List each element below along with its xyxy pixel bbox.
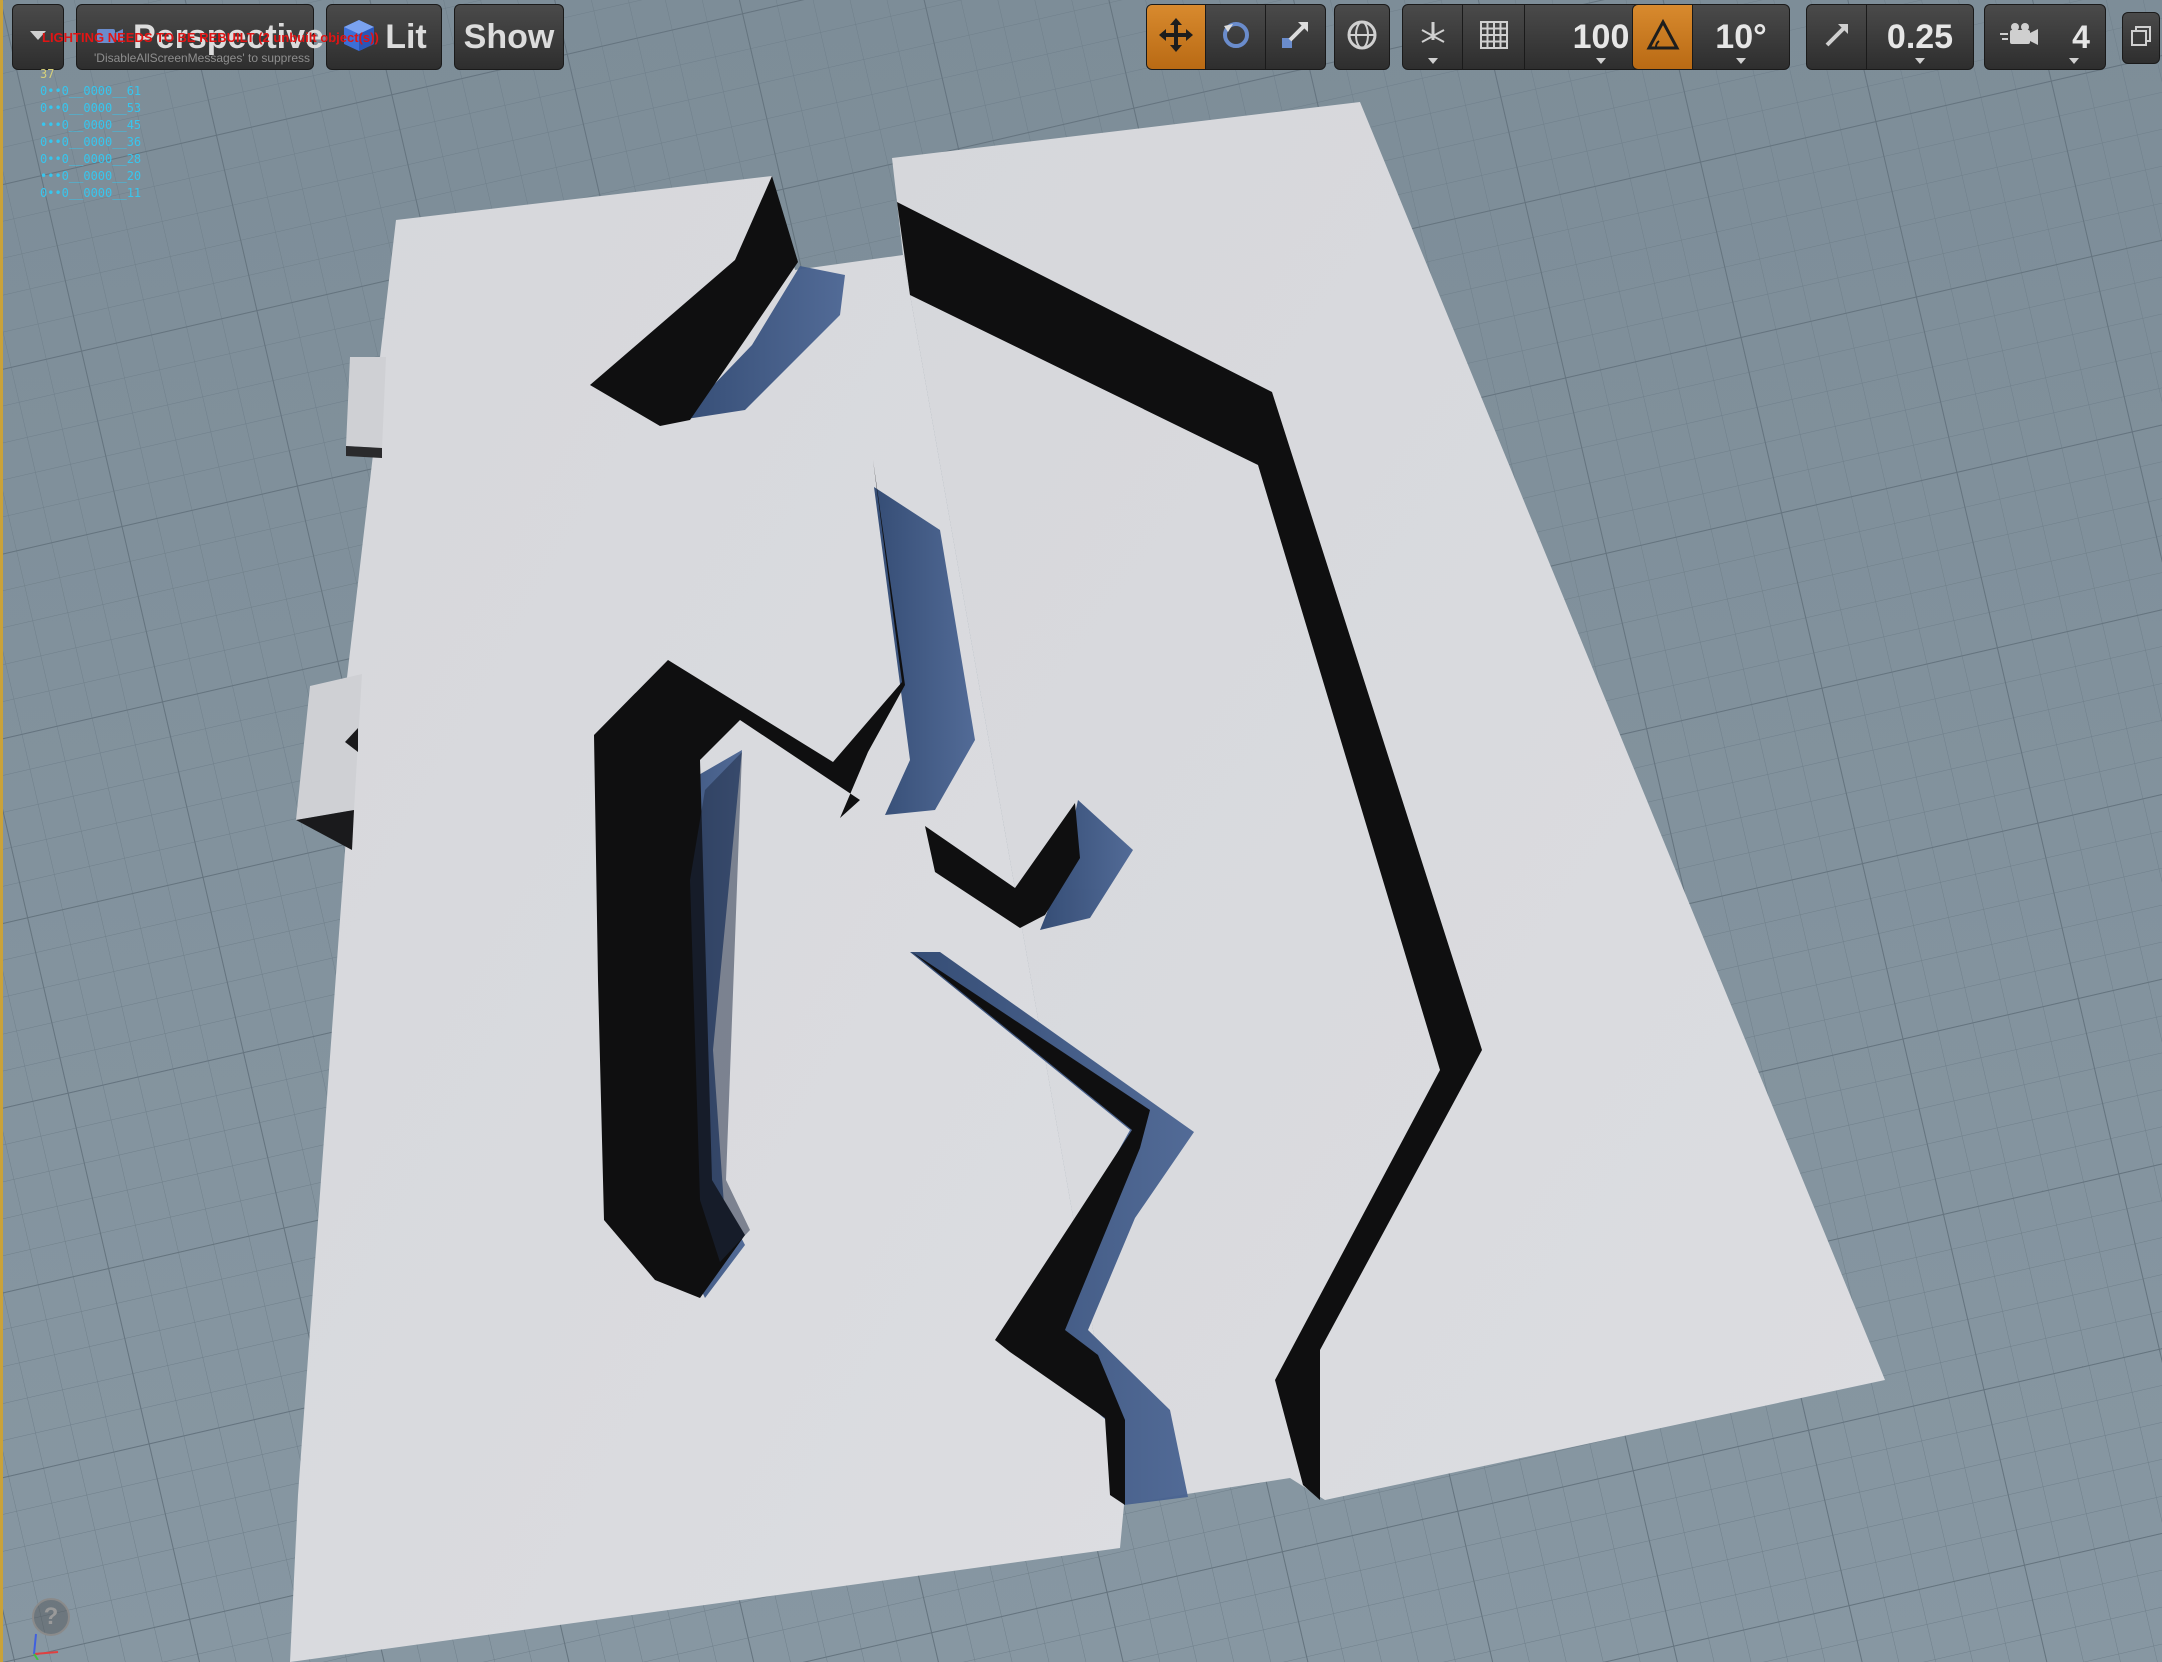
world-local-toggle[interactable] [1334, 4, 1390, 70]
scale-icon [1278, 18, 1312, 57]
rotate-tool-button[interactable] [1206, 5, 1266, 69]
stats-item: 0••0__0000__36 [40, 135, 142, 149]
move-icon [1158, 17, 1194, 58]
angle-icon [1645, 18, 1680, 57]
chevron-down-icon [1915, 58, 1925, 64]
stats-item: •••0__0000__45 [40, 118, 142, 132]
camera-speed-icon [2000, 20, 2042, 55]
stats-overlay: 37 0••0__0000__61 0••0__0000__53 •••0__0… [40, 66, 141, 202]
grid-snap-toggle[interactable] [1463, 5, 1525, 69]
stats-item: •••0__0000__20 [40, 169, 142, 183]
scene-3d-view[interactable] [0, 0, 2162, 1662]
chevron-down-icon [1427, 58, 1438, 64]
scale-snap-value: 0.25 [1886, 17, 1954, 56]
surface-snap-icon [1416, 18, 1450, 57]
scale-tool-button[interactable] [1266, 5, 1325, 69]
rotation-snap-toggle[interactable] [1633, 5, 1693, 69]
camera-speed-button[interactable]: 4 [1984, 4, 2106, 70]
surface-snap-button[interactable] [1403, 5, 1463, 69]
viewport-selection-border [0, 0, 3, 1662]
show-label: Show [463, 17, 555, 56]
scale-snap-value-dropdown[interactable]: 0.25 [1867, 5, 1973, 69]
scale-snap-group: 0.25 [1806, 4, 1974, 70]
grid-snap-value: 100 [1572, 17, 1630, 56]
stats-item: 0••0__0000__61 [40, 84, 142, 98]
scale-snap-toggle[interactable] [1807, 5, 1867, 69]
stats-item: 0••0__0000__11 [40, 186, 142, 200]
show-menu-button[interactable]: Show [454, 4, 564, 70]
rotation-snap-value-dropdown[interactable]: 10° [1693, 5, 1789, 69]
stats-item: 0••0__0000__28 [40, 152, 142, 166]
floor-step-upper[interactable] [346, 357, 386, 448]
chevron-down-icon [1736, 58, 1746, 64]
axis-gizmo-icon [24, 1624, 68, 1661]
level-viewport[interactable]: Perspective Lit Show LIGHTING NEEDS TO B… [0, 0, 2162, 1662]
lighting-warning-message: LIGHTING NEEDS TO BE REBUILT (2 unbuilt … [42, 30, 379, 45]
suppress-messages-hint: 'DisableAllScreenMessages' to suppress [94, 51, 311, 65]
maximize-icon [2129, 24, 2153, 53]
scale-arrow-icon [1822, 20, 1852, 55]
chevron-down-icon [2069, 58, 2079, 64]
rotate-icon [1219, 18, 1253, 57]
camera-speed-value: 4 [2072, 18, 2090, 55]
rotation-snap-value: 10° [1715, 17, 1767, 56]
globe-icon [1345, 18, 1379, 57]
lit-label: Lit [385, 17, 427, 56]
grid-icon [1478, 19, 1510, 56]
chevron-down-icon [1596, 58, 1606, 64]
maximize-viewport-button[interactable] [2122, 12, 2160, 64]
stats-item: 0••0__0000__53 [40, 101, 142, 115]
rotation-snap-group: 10° [1632, 4, 1790, 70]
stats-count: 37 [40, 67, 55, 81]
transform-tools-group [1146, 4, 1326, 70]
translate-tool-button[interactable] [1147, 5, 1207, 69]
floor-step-upper-edge [346, 446, 382, 458]
